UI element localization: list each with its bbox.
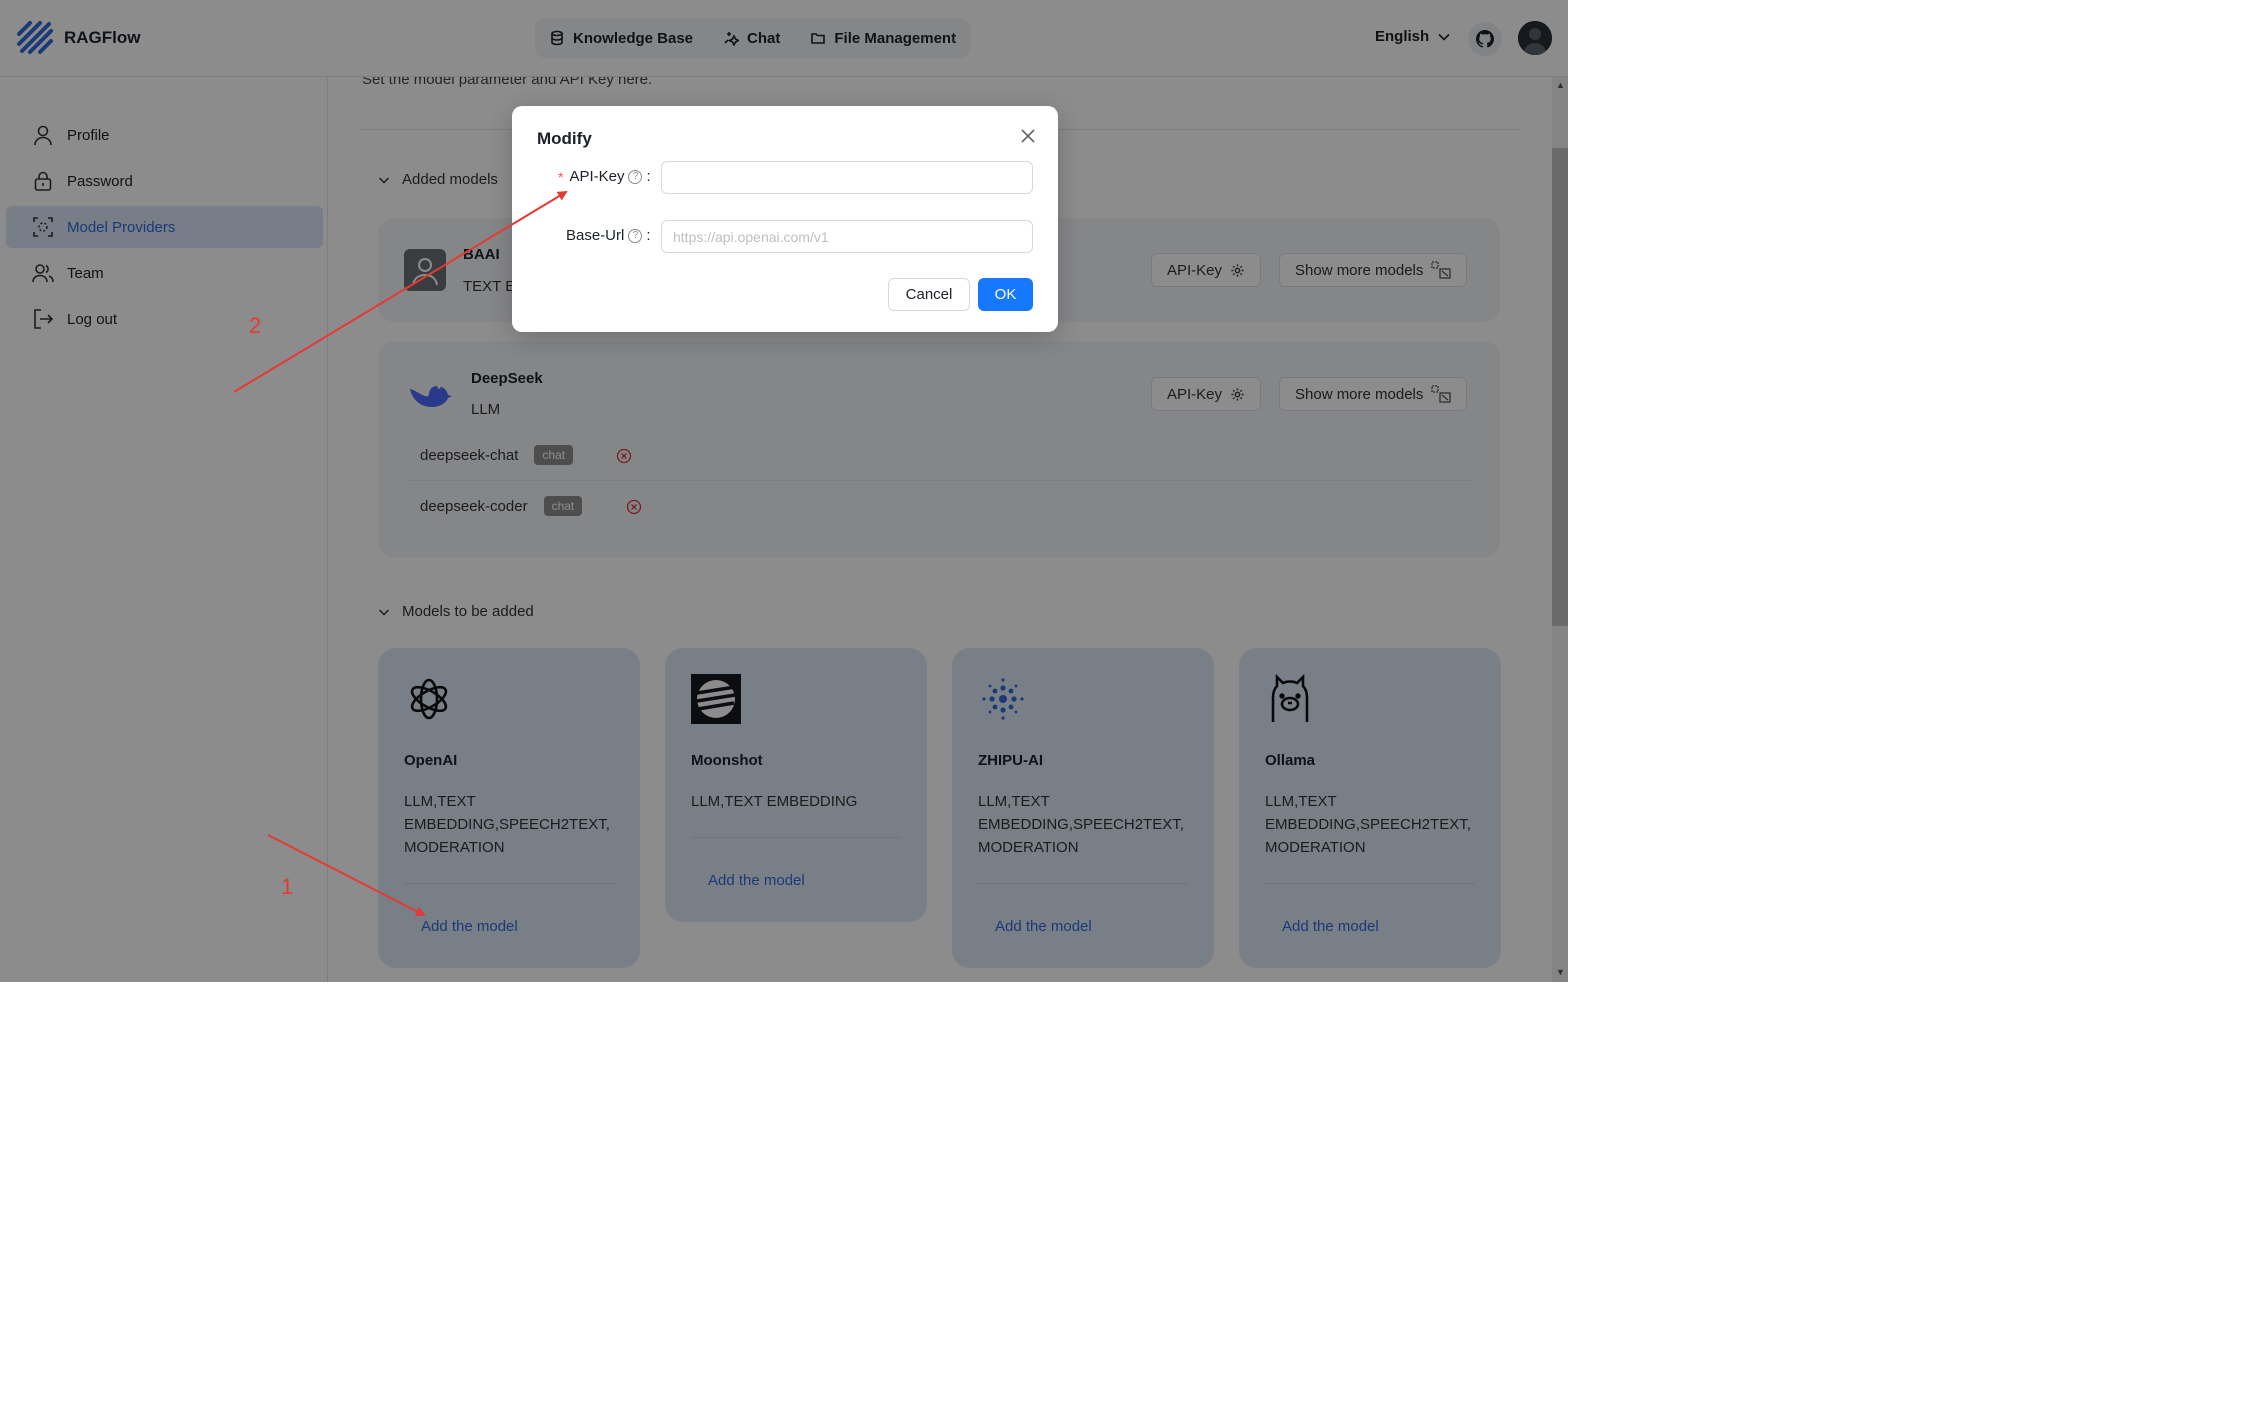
base-url-input[interactable] (661, 220, 1033, 253)
api-key-input[interactable] (661, 161, 1033, 194)
cancel-button[interactable]: Cancel (888, 278, 970, 311)
label-text: API-Key (569, 168, 625, 185)
close-icon[interactable] (1018, 126, 1038, 146)
help-icon[interactable]: ? (628, 228, 643, 243)
help-icon[interactable]: ? (628, 169, 643, 184)
required-asterisk: * (558, 168, 564, 185)
label-colon: : (646, 227, 651, 244)
api-key-label: * API-Key ? : (558, 168, 651, 185)
annotation-step-1: 1 (281, 874, 294, 899)
ok-button[interactable]: OK (978, 278, 1033, 311)
label-text: Base-Url (566, 227, 625, 244)
modify-dialog: Modify * API-Key ? : Base-Url ? : Cancel… (512, 106, 1058, 332)
base-url-label: Base-Url ? : (566, 227, 651, 244)
label-colon: : (646, 168, 651, 185)
dialog-title: Modify (537, 129, 592, 148)
annotation-step-2: 2 (249, 313, 262, 338)
